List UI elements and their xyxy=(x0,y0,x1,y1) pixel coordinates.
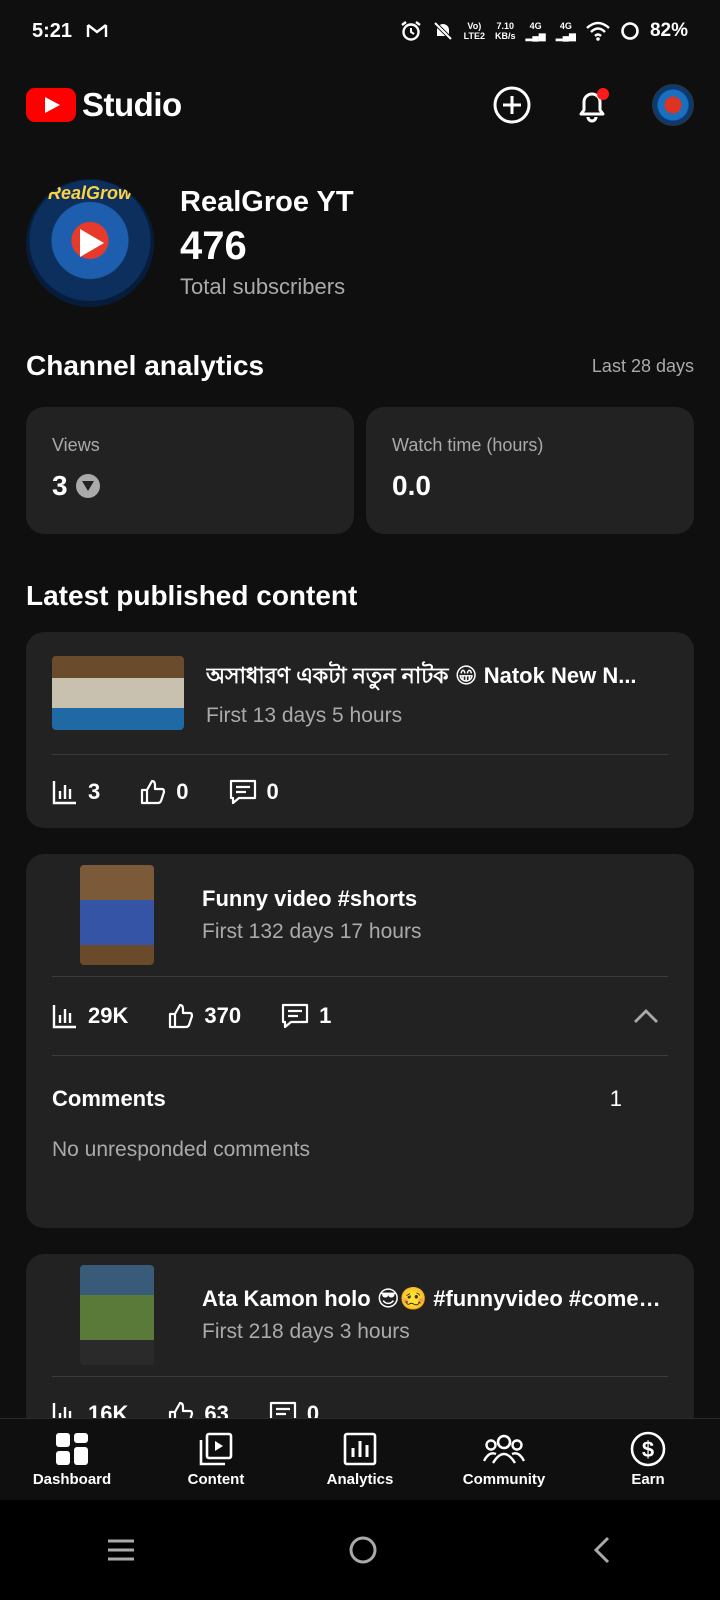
no-unresponded-comments: No unresponded comments xyxy=(52,1138,310,1161)
analytics-icon xyxy=(343,1432,377,1466)
youtube-logo-icon xyxy=(26,88,76,122)
channel-avatar[interactable]: RealGrow xyxy=(26,179,154,307)
system-navigation-bar xyxy=(0,1500,720,1600)
bar-chart-icon xyxy=(52,1005,76,1029)
signal-sim2-icon: 4G ▂▄▆ xyxy=(555,21,576,41)
views-stat: 3 xyxy=(52,779,100,805)
watch-time-card[interactable]: Watch time (hours) 0.0 xyxy=(366,407,694,534)
video-card[interactable]: অসাধারণ একটা নতুন নাটক 😁 Natok New N... … xyxy=(26,632,694,828)
signal-sim1-icon: 4G ▂▄▆ xyxy=(525,21,546,41)
notifications-bell-icon[interactable] xyxy=(572,85,612,125)
video-thumbnail[interactable] xyxy=(80,865,154,965)
views-card[interactable]: Views 3 xyxy=(26,407,354,534)
video-thumbnail[interactable] xyxy=(80,1265,154,1365)
video-title[interactable]: Ata Kamon holo 😎🥴 #funnyvideo #comedy... xyxy=(202,1286,662,1312)
bottom-navigation: Dashboard Content Analytics Community $ … xyxy=(0,1418,720,1500)
trend-down-icon xyxy=(75,474,100,498)
channel-analytics-title: Channel analytics xyxy=(26,350,265,381)
wifi-icon xyxy=(586,21,610,41)
alarm-icon xyxy=(400,21,421,41)
video-card[interactable]: Funny video #shorts First 132 days 17 ho… xyxy=(26,854,694,1228)
svg-text:$: $ xyxy=(642,1437,654,1462)
status-bar: 5:21 Vo) LTE2 7.10 KB/s 4G ▂▄▆ 4G ▂▄▆ 82% xyxy=(0,0,720,62)
watch-time-label: Watch time (hours) xyxy=(392,435,544,455)
community-icon xyxy=(483,1434,525,1464)
latest-content-title: Latest published content xyxy=(26,580,358,611)
likes-stat: 0 xyxy=(140,779,189,805)
nav-community[interactable]: Community xyxy=(444,1431,564,1488)
battery-saver-icon xyxy=(621,22,639,40)
app-header: Studio xyxy=(26,80,694,130)
views-value: 3 xyxy=(52,470,68,501)
video-card[interactable]: Ata Kamon holo 😎🥴 #funnyvideo #comedy...… xyxy=(26,1254,694,1434)
watch-time-value: 0.0 xyxy=(392,470,431,501)
dashboard-icon xyxy=(56,1433,88,1465)
analytics-period: Last 28 days xyxy=(591,355,694,376)
video-age: First 132 days 17 hours xyxy=(202,920,422,943)
muted-bell-icon xyxy=(433,21,453,41)
comments-label: Comments xyxy=(52,1086,166,1111)
dollar-icon: $ xyxy=(630,1431,666,1467)
video-thumbnail[interactable] xyxy=(52,656,184,730)
comments-count: 1 xyxy=(609,1086,622,1111)
channel-name: RealGroe YT xyxy=(180,186,354,218)
comments-summary-row[interactable]: Comments 1 xyxy=(26,1086,694,1112)
video-age: First 218 days 3 hours xyxy=(202,1320,410,1343)
channel-summary: RealGrow RealGroe YT 476 Total subscribe… xyxy=(26,178,694,308)
back-icon[interactable] xyxy=(590,1535,614,1565)
create-icon[interactable] xyxy=(492,85,532,125)
video-title[interactable]: অসাধারণ একটা নতুন নাটক 😁 Natok New N... xyxy=(206,659,666,696)
app-name: Studio xyxy=(82,86,182,123)
comments-stat: 1 xyxy=(281,1003,331,1029)
network-speed: 7.10 KB/s xyxy=(494,21,516,41)
nav-dashboard[interactable]: Dashboard xyxy=(12,1431,132,1488)
comment-icon xyxy=(281,1003,309,1029)
home-icon[interactable] xyxy=(348,1535,378,1565)
views-stat: 29K xyxy=(52,1003,128,1029)
content-icon xyxy=(199,1432,233,1466)
recent-apps-icon[interactable] xyxy=(106,1538,136,1562)
collapse-chevron-icon[interactable] xyxy=(632,1007,660,1025)
account-avatar[interactable] xyxy=(652,84,694,126)
battery-level: 82% xyxy=(649,20,688,41)
status-time: 5:21 xyxy=(32,19,73,42)
subscriber-count: 476 xyxy=(180,224,247,268)
nav-earn[interactable]: $ Earn xyxy=(588,1431,708,1488)
views-label: Views xyxy=(52,435,100,455)
gmail-icon xyxy=(86,24,108,37)
video-age: First 13 days 5 hours xyxy=(206,703,403,727)
thumbs-up-icon xyxy=(141,779,166,805)
nav-content[interactable]: Content xyxy=(156,1431,276,1488)
studio-logo[interactable]: Studio xyxy=(26,86,182,124)
bar-chart-icon xyxy=(52,781,76,805)
subscriber-label: Total subscribers xyxy=(180,274,346,299)
comments-stat: 0 xyxy=(229,779,279,805)
thumbs-up-icon xyxy=(169,1003,194,1029)
volte-indicator: Vo) LTE2 xyxy=(463,21,485,41)
channel-analytics-header: Channel analytics Last 28 days xyxy=(26,350,694,382)
comment-icon xyxy=(229,779,256,805)
nav-analytics[interactable]: Analytics xyxy=(300,1431,420,1488)
likes-stat: 370 xyxy=(168,1003,241,1029)
video-title[interactable]: Funny video #shorts xyxy=(202,886,662,912)
